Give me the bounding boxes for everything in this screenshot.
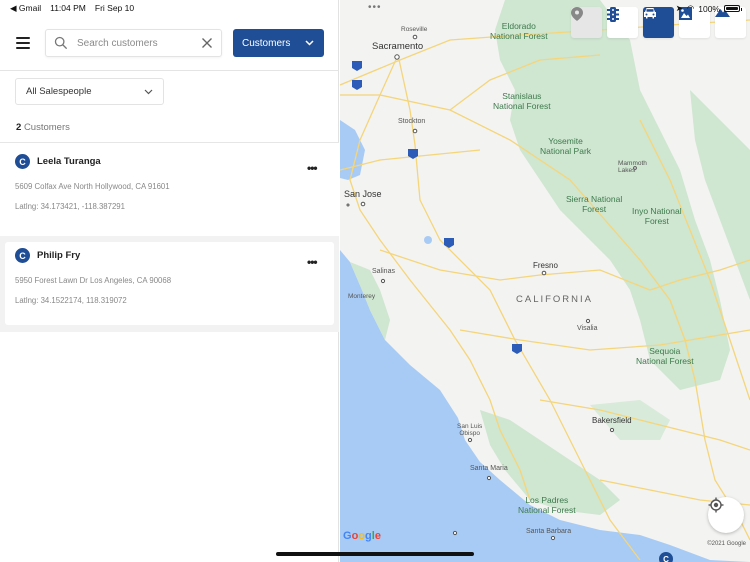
map-view[interactable]: ••• Eldorado National Forest Roseville Sa… [340, 0, 750, 562]
customer-latlng: Latlng: 34.1522174, 118.319072 [15, 296, 127, 305]
map-label-california: CALIFORNIA [516, 294, 594, 305]
customer-name: Philip Fry [37, 250, 81, 261]
google-logo: Google [343, 530, 381, 542]
map-label-inyo: Inyo National Forest [632, 206, 682, 226]
customer-avatar: C [15, 154, 30, 169]
search-box[interactable] [45, 29, 222, 57]
map-label-fresno: Fresno [533, 261, 558, 270]
map-label-santa-maria: Santa Maria [470, 465, 508, 472]
traffic-button[interactable] [607, 7, 638, 38]
map-label-san-jose: San Jose [344, 189, 382, 199]
customers-view-label: Customers [242, 37, 291, 49]
driving-button[interactable] [643, 7, 674, 38]
map-label-yosemite: Yosemite National Park [540, 136, 592, 156]
map-label-mammoth: Mammoth Lakes [618, 160, 647, 175]
map-label-bakersfield: Bakersfield [592, 416, 632, 425]
my-location-button[interactable] [708, 497, 744, 533]
map-label-sequoia: Sequoia National Forest [636, 346, 694, 366]
hamburger-menu-icon[interactable] [16, 37, 30, 49]
map-label-los-padres: Los Padres National Forest [518, 495, 576, 515]
car-icon [644, 8, 656, 19]
traffic-light-icon [607, 7, 619, 22]
map-label-salinas: Salinas [372, 268, 395, 275]
map-label-sacramento: Sacramento [372, 41, 424, 52]
map-label-eldorado: Eldorado National Forest [490, 21, 548, 41]
map-label-stockton: Stockton [398, 118, 426, 125]
search-input[interactable] [77, 37, 201, 49]
map-label-visalia: Visalia [577, 325, 598, 332]
back-to-app-link[interactable]: ◀ Gmail [10, 3, 41, 14]
status-bar-left: ◀ Gmail 11:04 PM Fri Sep 10 [10, 3, 134, 14]
battery-percent: 100% [698, 3, 720, 14]
customer-count: 2 Customers [16, 122, 70, 133]
status-time: 11:04 PM [50, 3, 86, 13]
map-copyright: ©2021 Google [707, 541, 746, 547]
chevron-down-icon [305, 40, 314, 46]
customer-name: Leela Turanga [37, 156, 101, 167]
status-bar-right: ➤ ◠ 100% [675, 3, 742, 14]
customer-map-pin[interactable]: C [659, 552, 673, 562]
map-label-sierra: Sierra National Forest [566, 194, 623, 214]
customer-count-label: Customers [23, 122, 70, 133]
multitask-dots[interactable]: ••• [368, 2, 382, 13]
status-date: Fri Sep 10 [94, 3, 135, 13]
salespeople-select[interactable]: All Salespeople [15, 78, 164, 105]
location-services-icon: ➤ [675, 3, 683, 13]
map-label-stanislaus: Stanislaus National Forest [493, 91, 551, 111]
clear-search-icon[interactable] [201, 37, 213, 49]
home-indicator[interactable] [276, 552, 474, 556]
header-divider [0, 70, 339, 71]
location-pin-button[interactable] [571, 7, 602, 38]
customer-count-number: 2 [16, 122, 22, 133]
customers-view-dropdown[interactable]: Customers [233, 29, 324, 57]
lake [424, 236, 432, 244]
map-label-santa-barbara: Santa Barbara [526, 528, 572, 535]
customer-avatar: C [15, 248, 30, 263]
map-canvas [340, 0, 750, 562]
map-label-roseville: Roseville [401, 26, 428, 33]
wifi-icon: ◠ [686, 3, 695, 13]
map-label-san-luis-obispo: San Luis Obispo [457, 423, 483, 438]
customer-latlng: Latlng: 34.173421, -118.387291 [15, 202, 125, 211]
more-options-icon[interactable]: ••• [307, 161, 318, 175]
more-options-icon[interactable]: ••• [307, 255, 318, 269]
search-icon [54, 36, 67, 49]
salespeople-select-value: All Salespeople [26, 86, 92, 97]
app-root: ◀ Gmail 11:04 PM Fri Sep 10 Customers [0, 0, 750, 562]
customer-card[interactable]: C Philip Fry ••• 5950 Forest Lawn Dr Los… [5, 242, 334, 325]
location-pin-icon [571, 7, 583, 21]
chevron-down-icon [144, 89, 153, 94]
customer-address: 5950 Forest Lawn Dr Los Angeles, CA 9006… [15, 276, 172, 285]
battery-icon [724, 5, 742, 12]
customer-panel: ◀ Gmail 11:04 PM Fri Sep 10 Customers [0, 0, 339, 562]
customer-card[interactable]: C Leela Turanga ••• 5609 Colfax Ave Nort… [0, 143, 339, 236]
crosshair-icon [708, 497, 724, 513]
map-label-monterey: Monterey [348, 293, 376, 300]
customer-address: 5609 Colfax Ave North Hollywood, CA 9160… [15, 182, 170, 191]
